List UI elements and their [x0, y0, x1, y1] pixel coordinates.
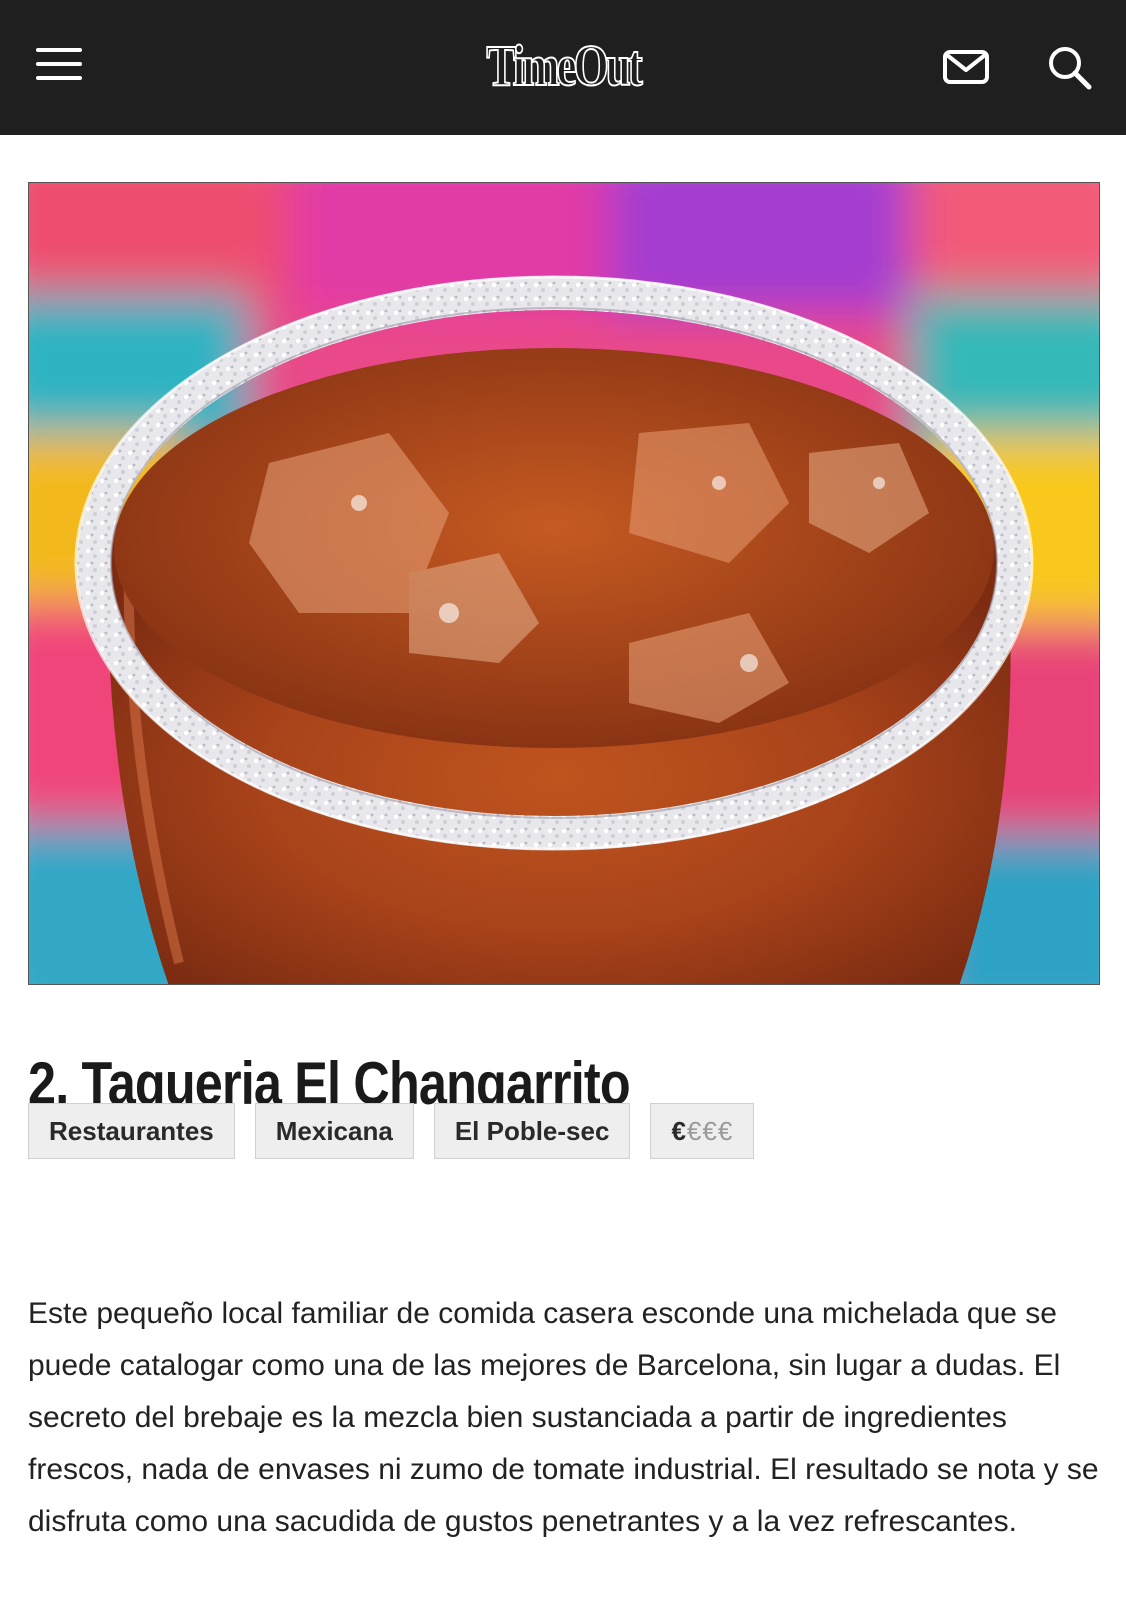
price-inactive: €€€ — [686, 1115, 734, 1146]
article-description: Este pequeño local familiar de comida ca… — [28, 1297, 1099, 1538]
tag-list: Restaurantes Mexicana El Poble-sec € €€€ — [28, 1103, 755, 1159]
hamburger-menu-icon[interactable] — [36, 44, 82, 84]
price-active: € — [671, 1115, 687, 1146]
envelope-icon[interactable] — [937, 38, 997, 98]
top-navigation-bar: TimeOut — [0, 0, 1126, 135]
tag-category[interactable]: Restaurantes — [28, 1103, 235, 1159]
timeout-logo[interactable]: TimeOut — [459, 30, 666, 100]
magnifier-icon[interactable] — [1040, 38, 1100, 98]
hero-image — [28, 182, 1100, 985]
michelada-glass-photo — [29, 183, 1099, 984]
price-range-badge: € €€€ — [650, 1103, 755, 1159]
tag-cuisine[interactable]: Mexicana — [254, 1103, 414, 1159]
tag-neighborhood[interactable]: El Poble-sec — [433, 1103, 631, 1159]
